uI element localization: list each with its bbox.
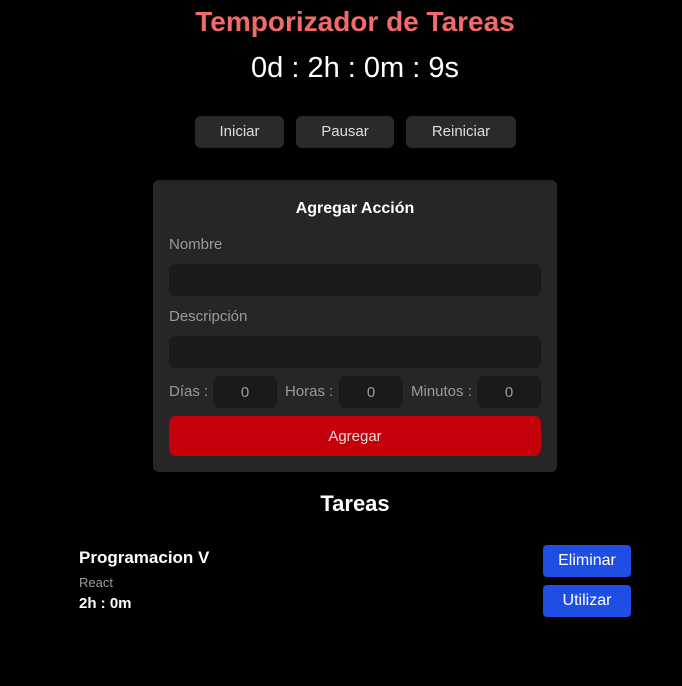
task-time: 2h : 0m [79,595,132,612]
name-label: Nombre [169,236,223,253]
description-input[interactable] [169,336,541,368]
add-action-card: Agregar Acción Nombre Descripción Días :… [153,180,557,472]
description-label: Descripción [169,308,248,325]
hours-input[interactable] [339,376,403,408]
minutes-input[interactable] [477,376,541,408]
add-action-title: Agregar Acción [295,200,415,217]
pause-button[interactable]: Pausar [296,116,394,148]
minutes-label: Minutos : [411,383,472,400]
tasks-heading: Tareas [320,491,390,516]
days-label: Días : [169,383,209,400]
timer-display: 0d : 2h : 0m : 9s [251,52,459,84]
delete-task-button[interactable]: Eliminar [543,545,631,577]
task-description: React [79,575,113,590]
use-task-button[interactable]: Utilizar [543,585,631,617]
days-input[interactable] [213,376,277,408]
app-title: Temporizador de Tareas [195,6,515,37]
reset-button[interactable]: Reiniciar [406,116,516,148]
start-button[interactable]: Iniciar [195,116,284,148]
hours-label: Horas : [285,383,334,400]
add-button[interactable]: Agregar [169,416,541,456]
task-name: Programacion V [79,548,210,567]
name-input[interactable] [169,264,541,296]
